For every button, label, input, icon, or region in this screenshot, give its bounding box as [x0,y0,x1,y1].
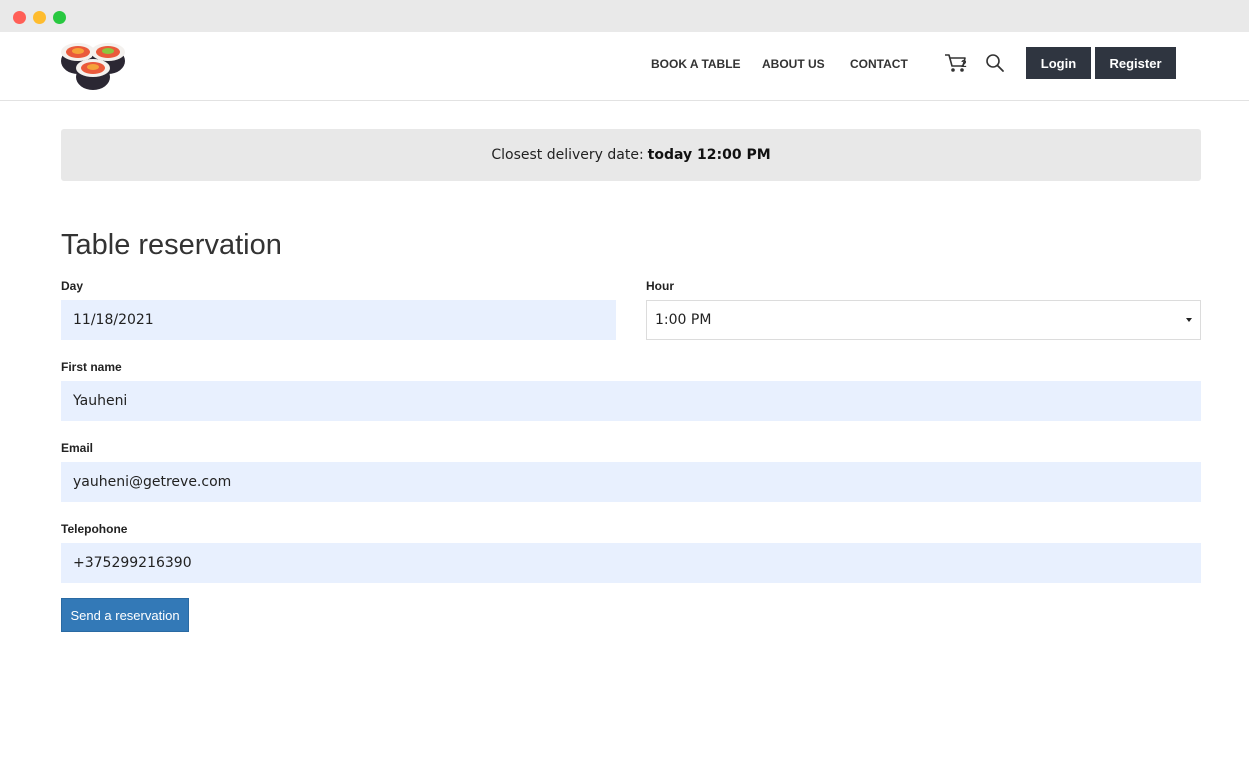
delivery-label: Closest delivery date: [491,147,644,163]
login-button[interactable]: Login [1026,47,1091,79]
hour-select-value: 1:00 PM [655,312,712,328]
caret-down-icon [1186,318,1192,322]
first-name-input[interactable]: Yauheni [61,381,1201,421]
nav-book-a-table[interactable]: BOOK A TABLE [651,57,741,71]
site-header: BOOK A TABLE ABOUT US CONTACT 2 Login Re… [0,32,1249,101]
register-button[interactable]: Register [1095,47,1176,79]
nav-contact[interactable]: CONTACT [850,57,908,71]
close-window-dot[interactable] [13,11,26,24]
nav-about-us[interactable]: ABOUT US [762,57,825,71]
day-input[interactable]: 11/18/2021 [61,300,616,340]
cart-count-badge: 2 [961,59,967,70]
minimize-window-dot[interactable] [33,11,46,24]
search-icon[interactable] [985,53,1005,73]
delivery-banner: Closest delivery date: today 12:00 PM [61,129,1201,181]
sushi-logo-icon[interactable] [60,39,128,91]
hour-label: Hour [646,279,674,293]
first-name-label: First name [61,360,122,374]
day-label: Day [61,279,84,293]
browser-window-bar [0,0,1249,32]
hour-select[interactable]: 1:00 PM [646,300,1201,340]
page-title: Table reservation [61,229,282,261]
send-reservation-button[interactable]: Send a reservation [61,598,189,632]
maximize-window-dot[interactable] [53,11,66,24]
email-input[interactable]: yauheni@getreve.com [61,462,1201,502]
telephone-label: Telepohone [61,522,128,536]
delivery-value: today 12:00 PM [647,147,771,163]
telephone-input[interactable]: +375299216390 [61,543,1201,583]
email-label: Email [61,441,94,455]
